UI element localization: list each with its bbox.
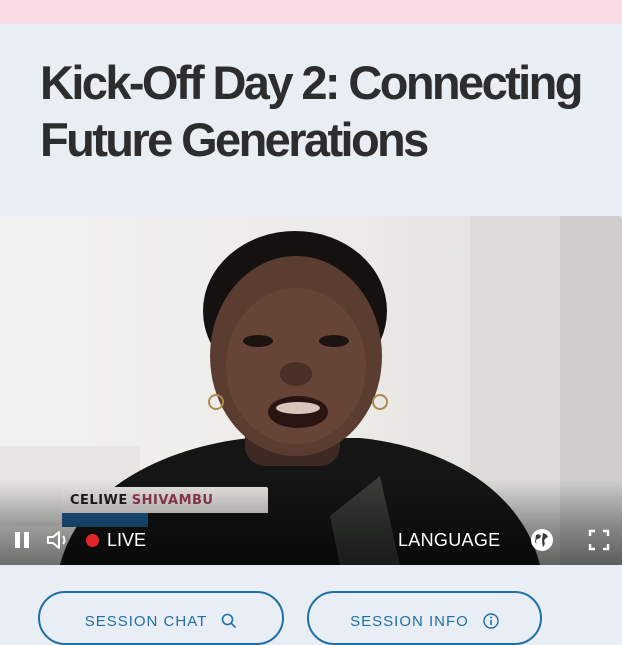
title-line-2: Future Generations <box>40 113 429 166</box>
top-banner <box>0 0 622 24</box>
session-chat-label: SESSION CHAT <box>84 613 208 630</box>
session-info-tab[interactable]: SESSION INFO <box>307 591 542 645</box>
speaker-name-plate: CELIWE SHIVAMBU <box>62 487 268 513</box>
speaker-first-name: CELIWE <box>70 492 128 508</box>
info-icon <box>483 613 499 633</box>
live-dot-icon <box>86 533 99 547</box>
fullscreen-icon[interactable] <box>588 529 610 551</box>
volume-icon[interactable] <box>46 530 72 550</box>
title-line-1: Kick-Off Day 2: Connecting <box>40 56 583 109</box>
pause-icon[interactable] <box>12 530 32 550</box>
session-chat-tab[interactable]: SESSION CHAT <box>38 591 284 645</box>
page-title: Kick-Off Day 2: Connecting Future Genera… <box>40 54 610 168</box>
language-button[interactable]: LANGUAGE <box>398 528 500 552</box>
live-indicator: LIVE <box>86 530 146 550</box>
search-icon <box>221 613 237 633</box>
live-label: LIVE <box>107 529 147 550</box>
session-info-label: SESSION INFO <box>350 613 469 630</box>
speaker-last-name: SHIVAMBU <box>131 492 214 508</box>
player-controls: LIVE LANGUAGE <box>0 524 622 556</box>
speaker-lower-third: CELIWE SHIVAMBU <box>62 487 268 529</box>
globe-icon[interactable] <box>530 528 554 552</box>
